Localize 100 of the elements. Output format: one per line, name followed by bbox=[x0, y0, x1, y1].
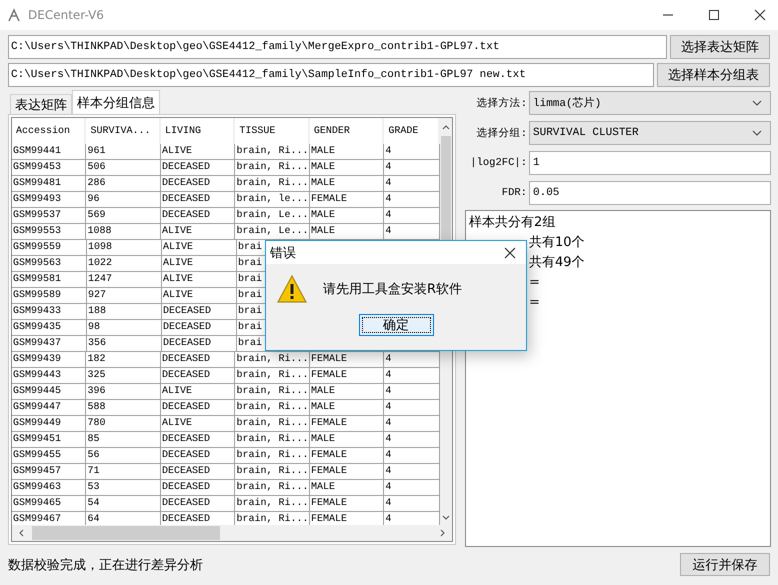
log-line: 共有10个 bbox=[529, 234, 585, 252]
table-cell: DECEASED bbox=[162, 336, 237, 351]
table-cell: 780 bbox=[86, 416, 161, 431]
window-title: DECenter-V6 bbox=[28, 8, 104, 22]
table-cell: FEMALE bbox=[310, 496, 384, 511]
table-cell: brain, Ri... bbox=[235, 496, 310, 511]
table-cell: brain, Ri... bbox=[235, 144, 310, 159]
table-cell: MALE bbox=[310, 384, 384, 399]
table-cell: brain, Ri... bbox=[235, 432, 310, 447]
table-cell: GSM99455 bbox=[12, 448, 86, 463]
table-cell: GSM99437 bbox=[12, 336, 87, 351]
table-cell: 588 bbox=[86, 400, 161, 415]
table-cell: 1022 bbox=[87, 256, 162, 271]
table-cell: 182 bbox=[86, 352, 161, 367]
table-cell: GSM99581 bbox=[12, 272, 87, 287]
table-cell: ALIVE bbox=[160, 416, 236, 431]
table-cell: 961 bbox=[86, 144, 161, 159]
table-cell: GSM99563 bbox=[12, 256, 87, 271]
table-cell: brain, Ri... bbox=[235, 384, 310, 399]
table-cell: MALE bbox=[310, 400, 384, 415]
table-cell: GSM99441 bbox=[12, 144, 86, 159]
table-cell: DECEASED bbox=[160, 448, 236, 463]
table-cell: DECEASED bbox=[160, 160, 236, 175]
table-cell: brain, Le... bbox=[235, 208, 310, 223]
table-cell: DECEASED bbox=[160, 432, 236, 447]
table-cell: brain, Ri... bbox=[235, 464, 310, 479]
table-cell: 96 bbox=[86, 192, 161, 207]
dialog-message: 请先用工具盒安装R软件 bbox=[323, 281, 462, 298]
table-cell: 1098 bbox=[87, 240, 162, 255]
setting-label: FDR: bbox=[500, 186, 527, 198]
table-cell: GSM99537 bbox=[12, 208, 86, 223]
table-cell: 53 bbox=[86, 480, 161, 495]
table-cell: brain, Ri... bbox=[235, 160, 310, 175]
table-cell: brain, le... bbox=[235, 192, 310, 207]
table-cell: FEMALE bbox=[310, 368, 384, 383]
table-cell: MALE bbox=[310, 208, 384, 223]
table-cell: 927 bbox=[87, 288, 162, 303]
setting-label: 选择分组: bbox=[476, 126, 527, 140]
table-cell: ALIVE bbox=[160, 224, 236, 239]
table-cell: DECEASED bbox=[160, 176, 236, 191]
log-line: = bbox=[529, 274, 540, 292]
table-cell: MALE bbox=[310, 480, 384, 495]
table-cell: GSM99559 bbox=[12, 240, 87, 255]
log-line: 共有49个 bbox=[529, 254, 585, 272]
table-cell: FEMALE bbox=[310, 464, 384, 479]
table-cell: GSM99435 bbox=[12, 320, 87, 335]
table-cell: brain, Ri... bbox=[235, 416, 310, 431]
table-cell: 356 bbox=[87, 336, 162, 351]
table-cell: DECEASED bbox=[160, 208, 236, 223]
table-cell: GSM99433 bbox=[12, 304, 87, 319]
table-cell: MALE bbox=[310, 224, 384, 239]
table-cell: GSM99493 bbox=[12, 192, 86, 207]
log-line: 样本共分有2组 bbox=[469, 214, 556, 232]
table-cell: DECEASED bbox=[162, 320, 237, 335]
table-cell: 188 bbox=[87, 304, 162, 319]
table-cell: brain, Ri... bbox=[235, 368, 310, 383]
table-cell: FEMALE bbox=[310, 192, 384, 207]
table-cell: DECEASED bbox=[160, 400, 236, 415]
table-cell: DECEASED bbox=[160, 368, 236, 383]
table-cell: GSM99465 bbox=[12, 496, 86, 511]
table-cell: 1247 bbox=[87, 272, 162, 287]
table-cell: GSM99463 bbox=[12, 480, 86, 495]
table-cell: MALE bbox=[310, 144, 384, 159]
table-cell: 396 bbox=[86, 384, 161, 399]
table-cell: ALIVE bbox=[162, 240, 237, 255]
setting-label: 选择方法: bbox=[476, 96, 527, 110]
table-cell: DECEASED bbox=[160, 464, 236, 479]
table-cell: ALIVE bbox=[162, 272, 237, 287]
table-cell: 71 bbox=[86, 464, 161, 479]
table-cell: GSM99451 bbox=[12, 432, 86, 447]
table-cell: ALIVE bbox=[160, 384, 236, 399]
table-cell: 286 bbox=[86, 176, 161, 191]
table-cell: DECEASED bbox=[160, 192, 236, 207]
table-cell: DECEASED bbox=[160, 352, 236, 367]
table-cell: GSM99447 bbox=[12, 400, 86, 415]
table-cell: ALIVE bbox=[160, 144, 236, 159]
table-cell: brain, Ri... bbox=[235, 352, 310, 367]
table-cell: 56 bbox=[86, 448, 161, 463]
table-cell: GSM99481 bbox=[12, 176, 86, 191]
table-cell: DECEASED bbox=[160, 496, 236, 511]
table-cell: brain, Le... bbox=[235, 224, 310, 239]
table-cell: MALE bbox=[310, 160, 384, 175]
table-cell: 569 bbox=[86, 208, 161, 223]
table-cell: brain, Ri... bbox=[235, 176, 310, 191]
table-cell: ALIVE bbox=[162, 256, 237, 271]
table-cell: brain, Ri... bbox=[235, 400, 310, 415]
table-cell: brain, Ri... bbox=[235, 480, 310, 495]
table-cell: MALE bbox=[310, 432, 384, 447]
table-cell: GSM99439 bbox=[12, 352, 86, 367]
table-cell: 325 bbox=[86, 368, 161, 383]
status-text: 数据校验完成，正在进行差异分析 bbox=[8, 556, 203, 574]
table-cell: DECEASED bbox=[160, 480, 236, 495]
table-cell: 98 bbox=[87, 320, 162, 335]
table-cell: DECEASED bbox=[162, 304, 237, 319]
table-cell: GSM99457 bbox=[12, 464, 86, 479]
table-cell: GSM99453 bbox=[12, 160, 86, 175]
table-cell: GSM99553 bbox=[12, 224, 86, 239]
setting-label: |log2FC|: bbox=[469, 156, 527, 168]
table-cell: 1088 bbox=[86, 224, 161, 239]
table-cell: brain, Ri... bbox=[235, 448, 310, 463]
